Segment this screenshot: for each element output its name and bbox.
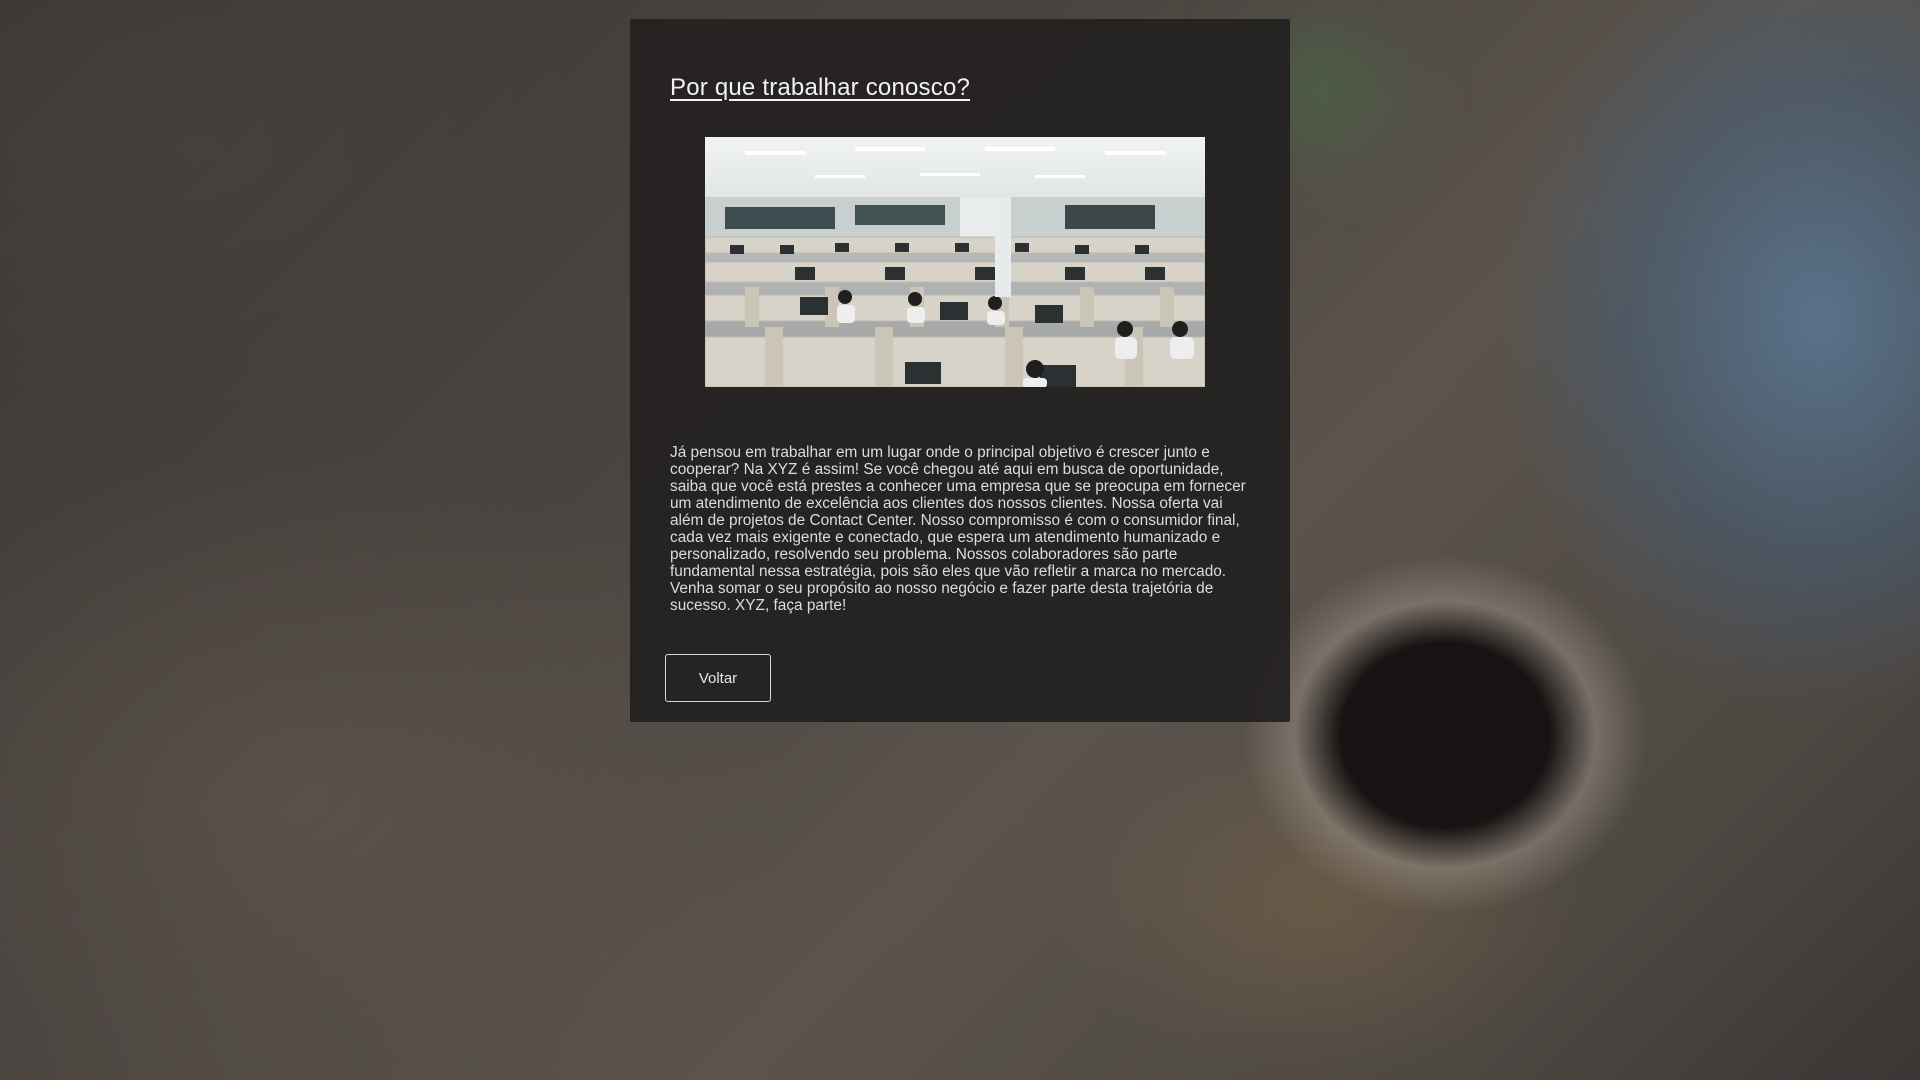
info-dialog: Por que trabalhar conosco? Já pensou em … — [630, 19, 1290, 722]
office-photo — [705, 137, 1205, 387]
dialog-body-text: Já pensou em trabalhar em um lugar onde … — [670, 444, 1246, 614]
dialog-title: Por que trabalhar conosco? — [670, 74, 971, 101]
back-button[interactable]: Voltar — [665, 654, 771, 702]
